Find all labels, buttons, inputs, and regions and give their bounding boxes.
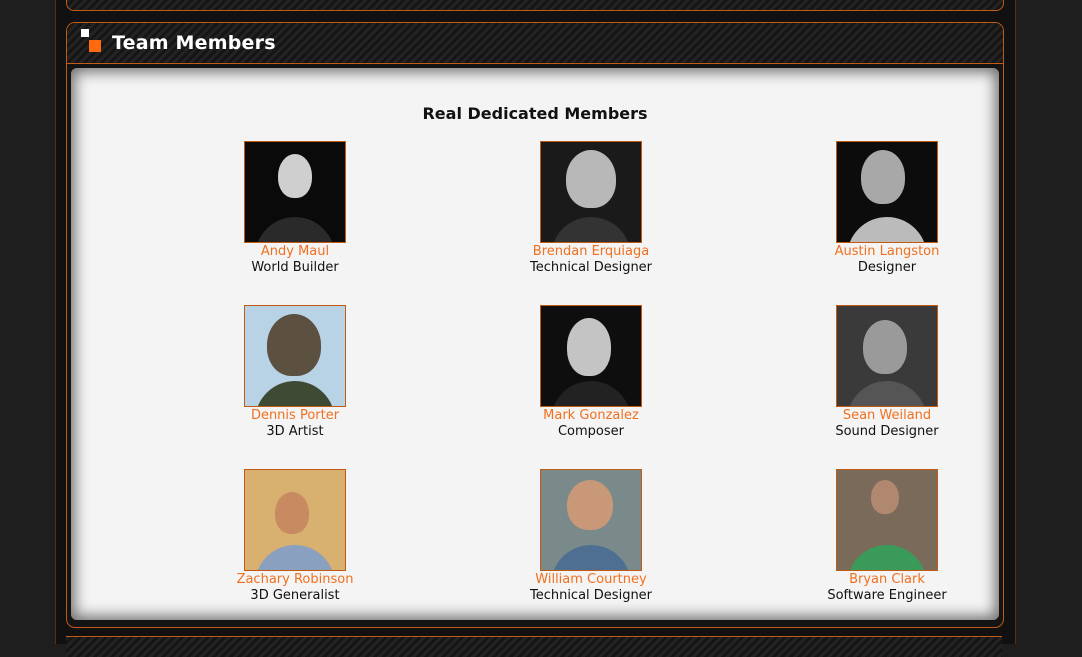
member-name-link[interactable]: Sean Weiland: [777, 408, 997, 424]
member-photo[interactable]: [836, 141, 938, 243]
member-photo[interactable]: [836, 305, 938, 407]
member-role: Designer: [857, 260, 917, 275]
member-name-link[interactable]: Austin Langston: [777, 244, 997, 260]
panel-header: Team Members: [67, 23, 1003, 64]
member-name-link[interactable]: Zachary Robinson: [185, 572, 405, 588]
team-members-panel: Team Members Real Dedicated Members Andy…: [66, 22, 1004, 628]
member-photo[interactable]: [540, 469, 642, 571]
member-name-link[interactable]: Mark Gonzalez: [481, 408, 701, 424]
member-card: Brendan Erquiaga Technical Designer: [481, 141, 701, 276]
member-photo[interactable]: [540, 305, 642, 407]
member-card: Mark Gonzalez Composer: [481, 305, 701, 440]
member-name-link[interactable]: Andy Maul: [185, 244, 405, 260]
member-role: Composer: [557, 424, 624, 439]
member-photo[interactable]: [244, 469, 346, 571]
member-role: Technical Designer: [529, 260, 653, 275]
bullet-squares-icon: [81, 29, 103, 55]
member-card: William Courtney Technical Designer: [481, 469, 701, 604]
member-role: Software Engineer: [827, 588, 947, 603]
member-card: Zachary Robinson 3D Generalist: [185, 469, 405, 604]
member-name-link[interactable]: William Courtney: [481, 572, 701, 588]
member-photo[interactable]: [540, 141, 642, 243]
section-heading: Real Dedicated Members: [422, 104, 648, 123]
next-panel: [66, 636, 1002, 657]
member-role: Sound Designer: [835, 424, 939, 439]
member-role: World Builder: [251, 260, 339, 275]
member-card: Dennis Porter 3D Artist: [185, 305, 405, 440]
panel-title: Team Members: [112, 32, 276, 54]
panel-body: Real Dedicated Members Andy Maul World B…: [71, 68, 999, 620]
previous-panel: [66, 0, 1004, 11]
member-card: Sean Weiland Sound Designer: [777, 305, 997, 440]
member-photo[interactable]: [244, 305, 346, 407]
member-role: 3D Generalist: [250, 588, 340, 603]
member-photo[interactable]: [836, 469, 938, 571]
member-card: Bryan Clark Software Engineer: [777, 469, 997, 604]
member-name-link[interactable]: Brendan Erquiaga: [481, 244, 701, 260]
member-photo[interactable]: [244, 141, 346, 243]
member-name-link[interactable]: Bryan Clark: [777, 572, 997, 588]
member-role: 3D Artist: [266, 424, 324, 439]
member-name-link[interactable]: Dennis Porter: [185, 408, 405, 424]
member-card: Andy Maul World Builder: [185, 141, 405, 276]
member-card: Austin Langston Designer: [777, 141, 997, 276]
member-role: Technical Designer: [529, 588, 653, 603]
